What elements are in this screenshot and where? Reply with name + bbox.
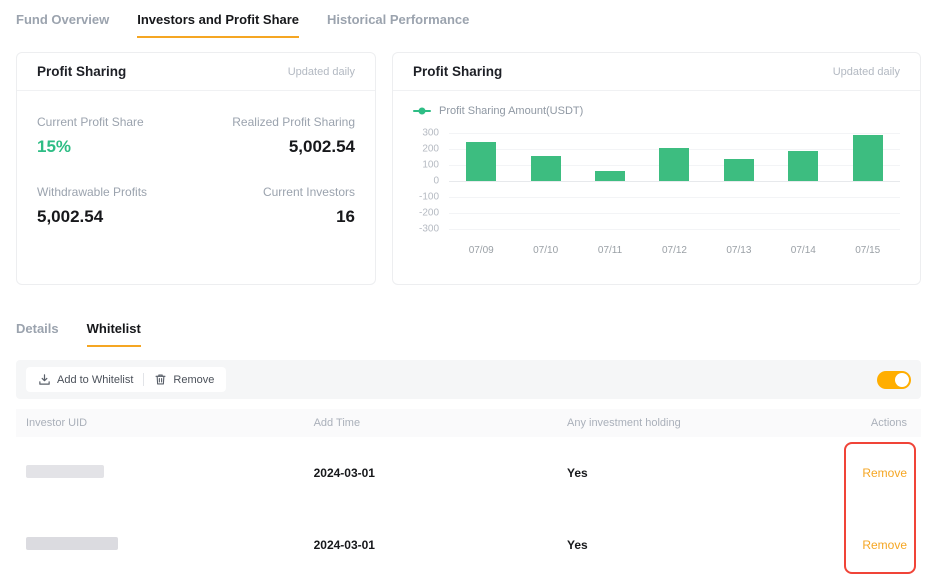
y-tick-label: -300 [419, 224, 439, 235]
row-remove-link[interactable]: Remove [862, 466, 907, 480]
chart-body: Profit Sharing Amount(USDT) 300 200 100 0 -1… [393, 91, 920, 264]
trash-icon [154, 373, 167, 386]
stat-label: Current Investors [196, 185, 355, 199]
remove-selected-label: Remove [173, 374, 214, 386]
holding-cell: Yes [559, 538, 831, 552]
row-remove-link[interactable]: Remove [862, 538, 907, 552]
sub-tabs: Details Whitelist [16, 321, 921, 347]
bar-slot [836, 133, 900, 229]
bar-slot [642, 133, 706, 229]
tab-fund-overview[interactable]: Fund Overview [16, 12, 109, 38]
add-to-whitelist-icon [38, 373, 51, 386]
x-tick-label: 07/12 [642, 245, 706, 256]
stat-value: 5,002.54 [196, 137, 355, 157]
stat-value: 16 [196, 207, 355, 227]
tab-whitelist[interactable]: Whitelist [87, 321, 141, 347]
tab-investors-profit-share[interactable]: Investors and Profit Share [137, 12, 299, 38]
header-add-time: Add Time [306, 417, 559, 429]
stats-card-header: Profit Sharing Updated daily [17, 53, 375, 91]
stat-withdrawable-profits: Withdrawable Profits 5,002.54 [37, 185, 196, 227]
stats-grid: Current Profit Share 15% Realized Profit… [17, 91, 375, 251]
stat-label: Current Profit Share [37, 115, 196, 129]
stat-value: 15% [37, 137, 196, 157]
chart-bars [449, 133, 900, 229]
page: Fund Overview Investors and Profit Share… [0, 0, 937, 581]
legend-label: Profit Sharing Amount(USDT) [439, 105, 583, 117]
stat-realized-profit-sharing: Realized Profit Sharing 5,002.54 [196, 115, 355, 157]
bar [853, 135, 883, 181]
stat-label: Realized Profit Sharing [196, 115, 355, 129]
y-tick-label: 200 [422, 144, 439, 155]
stats-card-updated: Updated daily [288, 66, 355, 78]
table-body: 2024-03-01 Yes Remove 2024-03-01 Yes Rem… [16, 437, 921, 581]
y-tick-label: -200 [419, 208, 439, 219]
cards-row: Profit Sharing Updated daily Current Pro… [16, 52, 921, 285]
bar [595, 171, 625, 181]
chart-legend[interactable]: Profit Sharing Amount(USDT) [413, 105, 900, 117]
chart-card-header: Profit Sharing Updated daily [393, 53, 920, 91]
x-tick-label: 07/10 [513, 245, 577, 256]
profit-sharing-stats-card: Profit Sharing Updated daily Current Pro… [16, 52, 376, 285]
gridline [449, 229, 900, 230]
header-investor-uid: Investor UID [16, 417, 306, 429]
y-tick-label: 100 [422, 160, 439, 171]
stat-current-profit-share: Current Profit Share 15% [37, 115, 196, 157]
top-tabs: Fund Overview Investors and Profit Share… [16, 12, 921, 38]
stats-card-title: Profit Sharing [37, 64, 126, 79]
stat-value: 5,002.54 [37, 207, 196, 227]
add-time-cell: 2024-03-01 [306, 538, 559, 552]
redacted-uid [26, 537, 118, 550]
whitelist-table: Investor UID Add Time Any investment hol… [16, 409, 921, 581]
stat-current-investors: Current Investors 16 [196, 185, 355, 227]
chart-x-axis-row: 07/0907/1007/1107/1207/1307/1407/15 [413, 245, 900, 256]
bar-slot [513, 133, 577, 229]
redacted-uid [26, 465, 104, 478]
x-tick-label: 07/13 [707, 245, 771, 256]
legend-marker-icon [413, 110, 431, 112]
chart-plot [449, 133, 900, 229]
table-row: 2024-03-01 Yes Remove [16, 509, 921, 581]
toolbar-button-group: Add to Whitelist Remove [26, 367, 226, 392]
toggle-knob [895, 373, 909, 387]
x-tick-label: 07/15 [836, 245, 900, 256]
table-row: 2024-03-01 Yes Remove [16, 437, 921, 509]
remove-selected-button[interactable]: Remove [144, 367, 224, 392]
bar [724, 159, 754, 181]
bar [788, 151, 818, 181]
x-tick-label: 07/14 [771, 245, 835, 256]
profit-sharing-chart-card: Profit Sharing Updated daily Profit Shar… [392, 52, 921, 285]
add-to-whitelist-label: Add to Whitelist [57, 374, 133, 386]
chart-x-axis: 07/0907/1007/1107/1207/1307/1407/15 [449, 245, 900, 256]
bar-slot [707, 133, 771, 229]
bar [531, 156, 561, 181]
header-investment-holding: Any investment holding [559, 417, 831, 429]
x-tick-label: 07/11 [578, 245, 642, 256]
bar-slot [771, 133, 835, 229]
tab-details[interactable]: Details [16, 321, 59, 347]
bar [659, 148, 689, 181]
bar-slot [578, 133, 642, 229]
chart-y-axis: 3002001000-100-200-300 [413, 133, 449, 229]
stat-label: Withdrawable Profits [37, 185, 196, 199]
y-tick-label: 300 [422, 128, 439, 139]
y-tick-label: -100 [419, 192, 439, 203]
bar-slot [449, 133, 513, 229]
y-tick-label: 0 [433, 176, 439, 187]
add-time-cell: 2024-03-01 [306, 466, 559, 480]
tab-historical-performance[interactable]: Historical Performance [327, 12, 469, 38]
x-tick-label: 07/09 [449, 245, 513, 256]
chart-card-updated: Updated daily [833, 66, 900, 78]
holding-cell: Yes [559, 466, 831, 480]
header-actions: Actions [830, 417, 921, 429]
table-header-row: Investor UID Add Time Any investment hol… [16, 409, 921, 437]
add-to-whitelist-button[interactable]: Add to Whitelist [28, 367, 143, 392]
whitelist-toolbar: Add to Whitelist Remove [16, 360, 921, 399]
profit-chart: 3002001000-100-200-300 [413, 133, 900, 229]
chart-card-title: Profit Sharing [413, 64, 502, 79]
bar [466, 142, 496, 181]
whitelist-toggle[interactable] [877, 371, 911, 389]
